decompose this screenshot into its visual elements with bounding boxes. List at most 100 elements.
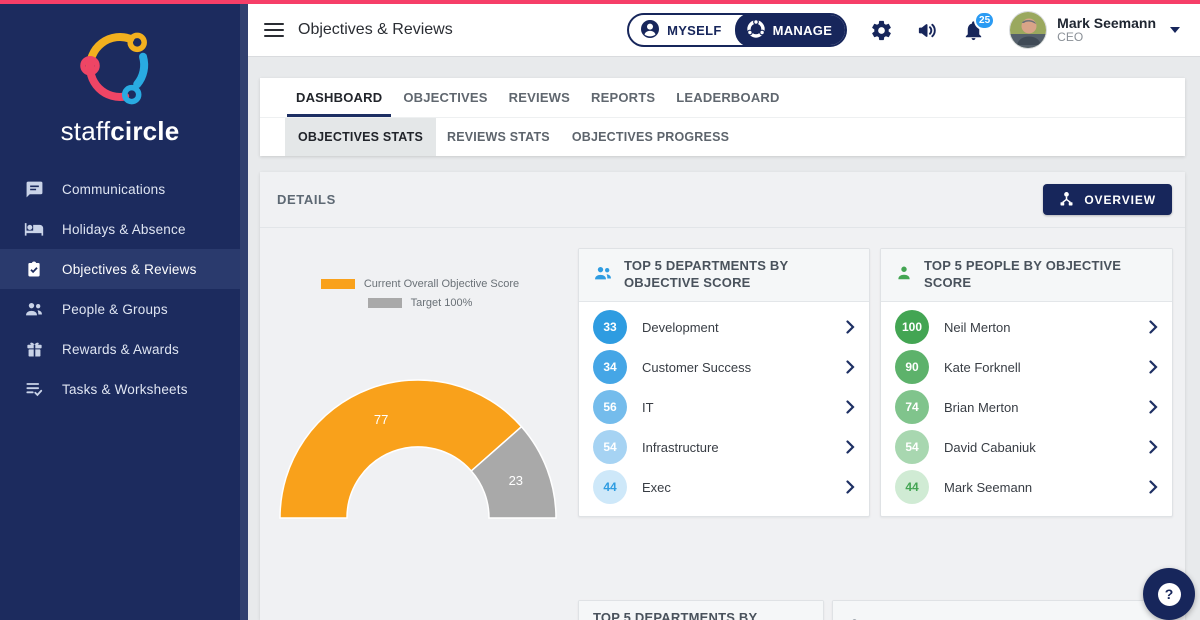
clipboard-check-icon — [24, 259, 44, 279]
gauge-value-label-1: 23 — [509, 473, 523, 488]
people-icon — [24, 299, 44, 319]
subtab-objectives-stats[interactable]: OBJECTIVES STATS — [285, 118, 436, 156]
department-row[interactable]: 33 Development — [579, 307, 869, 347]
chevron-right-icon — [846, 440, 855, 454]
score-badge: 54 — [895, 430, 929, 464]
department-rows: 33 Development 34 Customer Success 56 IT — [579, 302, 869, 512]
tab-reports[interactable]: REPORTS — [591, 78, 655, 117]
sidebar-item-rewards-awards[interactable]: Rewards & Awards — [0, 329, 240, 369]
tab-objectives[interactable]: OBJECTIVES — [403, 78, 487, 117]
top-departments-card-header: TOP 5 DEPARTMENTS BY OBJECTIVE SCORE — [579, 249, 869, 302]
page-title: Objectives & Reviews — [298, 21, 453, 39]
chevron-right-icon — [846, 320, 855, 334]
gauge-segment-0 — [280, 380, 522, 518]
hamburger-menu-icon[interactable] — [264, 19, 284, 42]
gift-icon — [24, 339, 44, 359]
subtab-objectives-progress[interactable]: OBJECTIVES PROGRESS — [561, 118, 740, 156]
task-list-icon — [24, 379, 44, 399]
person-row[interactable]: 44 Mark Seemann — [881, 467, 1172, 507]
tab-leaderboard[interactable]: LEADERBOARD — [676, 78, 779, 117]
user-avatar[interactable] — [1009, 11, 1047, 49]
sub-tabs: OBJECTIVES STATS REVIEWS STATS OBJECTIVE… — [260, 118, 1185, 156]
notification-count-badge: 25 — [974, 11, 995, 30]
score-badge: 44 — [895, 470, 929, 504]
chevron-down-icon[interactable] — [1170, 27, 1180, 33]
notifications-bell-icon[interactable]: 25 — [961, 18, 985, 42]
card-header: BOTTOM 5 PEOPLE BY OBJECTIVE — [833, 601, 1172, 620]
legend-item-target: Target 100% — [368, 297, 473, 309]
sidebar-item-communications[interactable]: Communications — [0, 169, 240, 209]
overview-button[interactable]: OVERVIEW — [1043, 184, 1172, 215]
person-row[interactable]: 90 Kate Forknell — [881, 347, 1172, 387]
chat-icon — [24, 179, 44, 199]
top-people-card: TOP 5 PEOPLE BY OBJECTIVE SCORE 100 Neil… — [880, 248, 1173, 517]
legend-item-current-score: Current Overall Objective Score — [321, 278, 519, 290]
sidebar-scrollbar[interactable] — [240, 4, 248, 620]
org-chart-icon — [1059, 191, 1074, 209]
objective-score-gauge-chart: 77 23 — [270, 372, 566, 522]
top-departments-card: TOP 5 DEPARTMENTS BY OBJECTIVE SCORE 33 … — [578, 248, 870, 517]
brand-logo[interactable]: staffcircle — [0, 4, 240, 147]
sidebar: staffcircle Communications Holidays & Ab… — [0, 4, 240, 620]
chevron-right-icon — [846, 480, 855, 494]
main-tabs: DASHBOARD OBJECTIVES REVIEWS REPORTS LEA… — [260, 78, 1185, 118]
myself-toggle-button[interactable]: MYSELF — [629, 13, 737, 47]
chevron-right-icon — [1149, 480, 1158, 494]
user-menu[interactable]: Mark Seemann CEO — [1057, 15, 1156, 45]
subtab-reviews-stats[interactable]: REVIEWS STATS — [436, 118, 561, 156]
score-badge: 56 — [593, 390, 627, 424]
top-bar: Objectives & Reviews MYSELF MANAGE — [248, 4, 1200, 57]
staffcircle-logo-mark — [72, 22, 168, 112]
announcements-megaphone-icon[interactable] — [915, 18, 939, 42]
card-title: TOP 5 DEPARTMENTS BY OBJECTIVE SCORE — [624, 258, 855, 292]
score-badge: 33 — [593, 310, 627, 344]
score-badge: 74 — [895, 390, 929, 424]
settings-gear-icon[interactable] — [869, 18, 893, 42]
app-root: staffcircle Communications Holidays & Ab… — [0, 0, 1200, 620]
sidebar-item-holidays-absence[interactable]: Holidays & Absence — [0, 209, 240, 249]
gauge-value-label-0: 77 — [374, 412, 388, 427]
person-icon — [895, 264, 913, 287]
score-badge: 44 — [593, 470, 627, 504]
chevron-right-icon — [846, 400, 855, 414]
chevron-right-icon — [1149, 360, 1158, 374]
card-title: TOP 5 DEPARTMENTS BY NUMBER — [593, 610, 809, 620]
department-row[interactable]: 34 Customer Success — [579, 347, 869, 387]
department-row[interactable]: 54 Infrastructure — [579, 427, 869, 467]
help-button[interactable]: ? — [1143, 568, 1195, 620]
people-rows: 100 Neil Merton 90 Kate Forknell 74 Bria… — [881, 302, 1172, 512]
manage-toggle-button[interactable]: MANAGE — [735, 13, 848, 47]
person-row[interactable]: 74 Brian Merton — [881, 387, 1172, 427]
question-mark-icon: ? — [1158, 583, 1181, 606]
chevron-right-icon — [1149, 320, 1158, 334]
score-badge: 100 — [895, 310, 929, 344]
tabs-card: DASHBOARD OBJECTIVES REVIEWS REPORTS LEA… — [260, 78, 1185, 156]
tab-dashboard[interactable]: DASHBOARD — [296, 78, 382, 117]
top-people-card-header: TOP 5 PEOPLE BY OBJECTIVE SCORE — [881, 249, 1172, 302]
sidebar-item-objectives-reviews[interactable]: Objectives & Reviews — [0, 249, 240, 289]
bed-icon — [24, 219, 44, 239]
legend-swatch-orange — [321, 279, 355, 289]
score-badge: 90 — [895, 350, 929, 384]
manage-wheel-icon — [746, 19, 766, 42]
top-departments-by-number-card: TOP 5 DEPARTMENTS BY NUMBER — [578, 600, 824, 620]
person-row[interactable]: 54 David Cabaniuk — [881, 427, 1172, 467]
details-title: DETAILS — [277, 192, 336, 207]
sidebar-item-tasks-worksheets[interactable]: Tasks & Worksheets — [0, 369, 240, 409]
card-header: TOP 5 DEPARTMENTS BY NUMBER — [579, 601, 823, 620]
score-badge: 54 — [593, 430, 627, 464]
department-row[interactable]: 56 IT — [579, 387, 869, 427]
person-circle-icon — [640, 19, 660, 42]
details-panel: DETAILS OVERVIEW Current Overall Objecti… — [260, 172, 1185, 620]
card-title: TOP 5 PEOPLE BY OBJECTIVE SCORE — [924, 258, 1158, 292]
departments-people-icon — [593, 263, 613, 288]
details-panel-header: DETAILS OVERVIEW — [260, 172, 1185, 228]
bottom-people-card: BOTTOM 5 PEOPLE BY OBJECTIVE — [832, 600, 1173, 620]
tab-reviews[interactable]: REVIEWS — [509, 78, 570, 117]
department-row[interactable]: 44 Exec — [579, 467, 869, 507]
sidebar-item-people-groups[interactable]: People & Groups — [0, 289, 240, 329]
person-row[interactable]: 100 Neil Merton — [881, 307, 1172, 347]
brand-name: staffcircle — [61, 116, 180, 147]
sidebar-menu: Communications Holidays & Absence Object… — [0, 169, 240, 409]
chevron-right-icon — [846, 360, 855, 374]
